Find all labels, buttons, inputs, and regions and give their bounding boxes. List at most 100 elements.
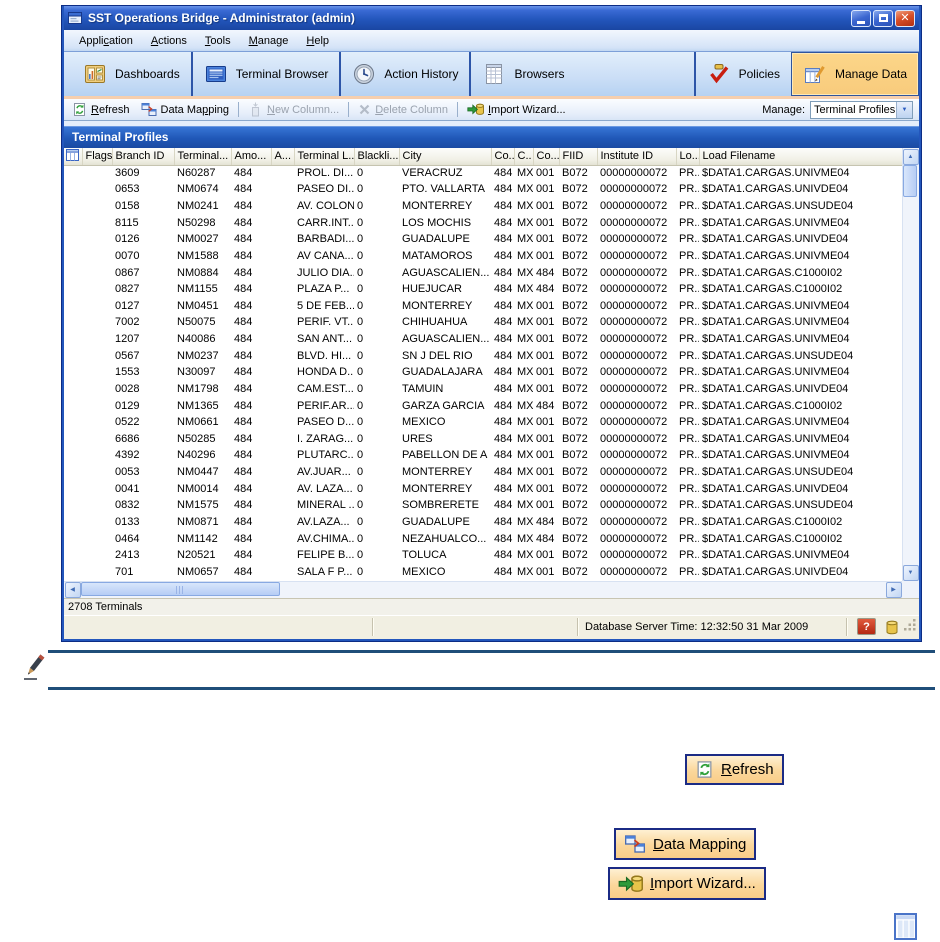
table-row[interactable]: 6686N50285484I. ZARAG...0URES484MX001B07… xyxy=(64,431,902,448)
table-row[interactable]: 0522NM0661484PASEO D...0MEXICO484MX001B0… xyxy=(64,414,902,431)
table-cell: 484 xyxy=(491,215,514,232)
table-row[interactable]: 0867NM0884484JULIO DIA...0AGUASCALIEN...… xyxy=(64,265,902,282)
data-mapping-callout-button[interactable]: Data Mapping xyxy=(614,828,756,860)
column-header[interactable]: C.. xyxy=(514,148,533,165)
table-row[interactable]: 0041NM0014484AV. LAZA...0MONTERREY484MX0… xyxy=(64,481,902,498)
column-header[interactable]: Terminal L... xyxy=(294,148,354,165)
column-header[interactable]: Flags xyxy=(82,148,112,165)
horizontal-scroll-track[interactable] xyxy=(81,581,885,598)
vertical-scrollbar[interactable]: ▲ ▼ xyxy=(902,148,919,581)
column-header[interactable]: Lo... xyxy=(676,148,699,165)
manage-label: Manage: xyxy=(762,104,805,116)
minimize-button[interactable] xyxy=(851,10,871,27)
data-mapping-button[interactable]: Data Mapping xyxy=(137,101,234,118)
table-cell xyxy=(82,232,112,249)
table-row[interactable]: 0158NM0241484AV. COLON0MONTERREY484MX001… xyxy=(64,198,902,215)
table-row[interactable]: 0827NM1155484PLAZA P...0HUEJUCAR484MX484… xyxy=(64,281,902,298)
table-row[interactable]: 4392N40296484PLUTARC...0PABELLON DE A484… xyxy=(64,448,902,465)
table-row[interactable]: 0028NM1798484CAM.EST...0TAMUIN484MX001B0… xyxy=(64,381,902,398)
resize-grip[interactable] xyxy=(904,619,917,637)
table-cell: 0 xyxy=(354,198,399,215)
scroll-right-button[interactable]: ▶ xyxy=(886,582,902,598)
table-cell xyxy=(82,348,112,365)
table-row[interactable]: 0464NM1142484AV.CHIMA...0NEZAHUALCO...48… xyxy=(64,531,902,548)
record-count-strip: 2708 Terminals xyxy=(64,598,919,615)
table-row[interactable]: 0053NM0447484AV.JUAR...0MONTERREY484MX00… xyxy=(64,464,902,481)
table-row[interactable]: 0653NM0674484PASEO DI...0PTO. VALLARTA48… xyxy=(64,182,902,199)
column-header[interactable]: Amo... xyxy=(231,148,271,165)
table-cell: AGUASCALIEN... xyxy=(399,265,491,282)
column-header[interactable]: Co... xyxy=(533,148,559,165)
tab-manage-data[interactable]: Manage Data xyxy=(791,52,919,96)
table-row[interactable]: 2413N20521484FELIPE B...0TOLUCA484MX001B… xyxy=(64,547,902,564)
table-row[interactable]: 0070NM1588484AV CANA...0MATAMOROS484MX00… xyxy=(64,248,902,265)
menu-item-application[interactable]: Application xyxy=(70,33,142,49)
table-row[interactable]: 1553N30097484HONDA D...0GUADALAJARA484MX… xyxy=(64,365,902,382)
table-cell: PR... xyxy=(676,232,699,249)
tab-dashboards[interactable]: Dashboards xyxy=(72,52,191,96)
column-header[interactable]: Load Filename xyxy=(699,148,902,165)
table-cell: VERACRUZ xyxy=(399,165,491,182)
delete-column-button[interactable]: Delete Column xyxy=(354,102,452,117)
table-cell xyxy=(271,514,294,531)
scroll-down-button[interactable]: ▼ xyxy=(903,565,919,581)
close-button[interactable]: ✕ xyxy=(895,10,915,27)
tab-terminal-browser[interactable]: Terminal Browser xyxy=(193,52,340,96)
table-cell xyxy=(82,448,112,465)
import-wizard-button[interactable]: Import Wizard... xyxy=(463,101,570,118)
table-header-row: FlagsBranch IDTerminal...Amo...A...Termi… xyxy=(64,148,902,165)
maximize-button[interactable] xyxy=(873,10,893,27)
table-row[interactable]: 0129NM1365484PERIF.AR...0GARZA GARCIA484… xyxy=(64,398,902,415)
vertical-scroll-thumb[interactable] xyxy=(903,165,917,197)
table-row[interactable]: 0133NM0871484AV.LAZA...0GUADALUPE484MX48… xyxy=(64,514,902,531)
new-column-button[interactable]: New Column... xyxy=(244,101,343,118)
table-cell: 001 xyxy=(533,348,559,365)
manage-dropdown[interactable]: Terminal Profiles ▼ xyxy=(810,101,913,119)
scroll-up-button[interactable]: ▲ xyxy=(903,149,919,165)
menu-item-tools[interactable]: Tools xyxy=(196,33,240,49)
column-header[interactable]: Co... xyxy=(491,148,514,165)
table-row[interactable]: 0126NM0027484BARBADI...0GUADALUPE484MX00… xyxy=(64,232,902,249)
tab-action-history[interactable]: Action History xyxy=(341,52,469,96)
horizontal-scrollbar[interactable]: ◀ ▶ xyxy=(64,581,902,598)
refresh-callout-button[interactable]: Refresh xyxy=(685,754,784,785)
table-cell xyxy=(271,198,294,215)
table-cell: MX xyxy=(514,448,533,465)
help-icon[interactable]: ? xyxy=(857,618,876,635)
table-row[interactable]: 0127NM04514845 DE FEB...0MONTERREY484MX0… xyxy=(64,298,902,315)
menu-item-actions[interactable]: Actions xyxy=(142,33,196,49)
table-cell xyxy=(64,348,82,365)
refresh-button[interactable]: Refresh xyxy=(68,101,134,118)
column-header[interactable]: Institute ID xyxy=(597,148,676,165)
menu-item-help[interactable]: Help xyxy=(297,33,338,49)
table-row[interactable]: 1207N40086484SAN ANT...0AGUASCALIEN...48… xyxy=(64,331,902,348)
menu-item-manage[interactable]: Manage xyxy=(240,33,298,49)
table-cell xyxy=(64,398,82,415)
tab-browsers[interactable]: Browsers xyxy=(471,52,575,96)
column-header[interactable]: City xyxy=(399,148,491,165)
table-cell: $DATA1.CARGAS.UNSUDE04 xyxy=(699,498,902,515)
table-row[interactable]: 7002N50075484PERIF. VT...0CHIHUAHUA484MX… xyxy=(64,315,902,332)
table-row[interactable]: 0832NM1575484MINERAL ...0SOMBRERETE484MX… xyxy=(64,498,902,515)
table-cell xyxy=(64,414,82,431)
column-header[interactable]: A... xyxy=(271,148,294,165)
table-cell xyxy=(64,531,82,548)
table-row[interactable]: 701NM0657484SALA F P...0MEXICO484MX001B0… xyxy=(64,564,902,581)
scroll-left-button[interactable]: ◀ xyxy=(65,582,81,598)
column-header[interactable]: Blackli... xyxy=(354,148,399,165)
tab-policies[interactable]: Policies xyxy=(696,52,791,96)
table-row[interactable]: 3609N60287484PROL. DI...0VERACRUZ484MX00… xyxy=(64,165,902,182)
table-row[interactable]: 0567NM0237484BLVD. HI...0SN J DEL RIO484… xyxy=(64,348,902,365)
table-row[interactable]: 8115N50298484CARR.INT...0LOS MOCHIS484MX… xyxy=(64,215,902,232)
column-chooser-header[interactable] xyxy=(64,148,82,165)
vertical-scroll-track[interactable] xyxy=(902,165,919,564)
table-cell: 00000000072 xyxy=(597,198,676,215)
import-wizard-callout-button[interactable]: Import Wizard... xyxy=(608,867,766,900)
dropdown-arrow-icon[interactable]: ▼ xyxy=(896,102,912,118)
column-header[interactable]: Branch ID xyxy=(112,148,174,165)
column-header[interactable]: Terminal... xyxy=(174,148,231,165)
column-header[interactable]: FIID xyxy=(559,148,597,165)
horizontal-scroll-thumb[interactable] xyxy=(81,582,280,596)
title-bar[interactable]: SST Operations Bridge - Administrator (a… xyxy=(64,6,919,30)
table-cell: AV CANA... xyxy=(294,248,354,265)
